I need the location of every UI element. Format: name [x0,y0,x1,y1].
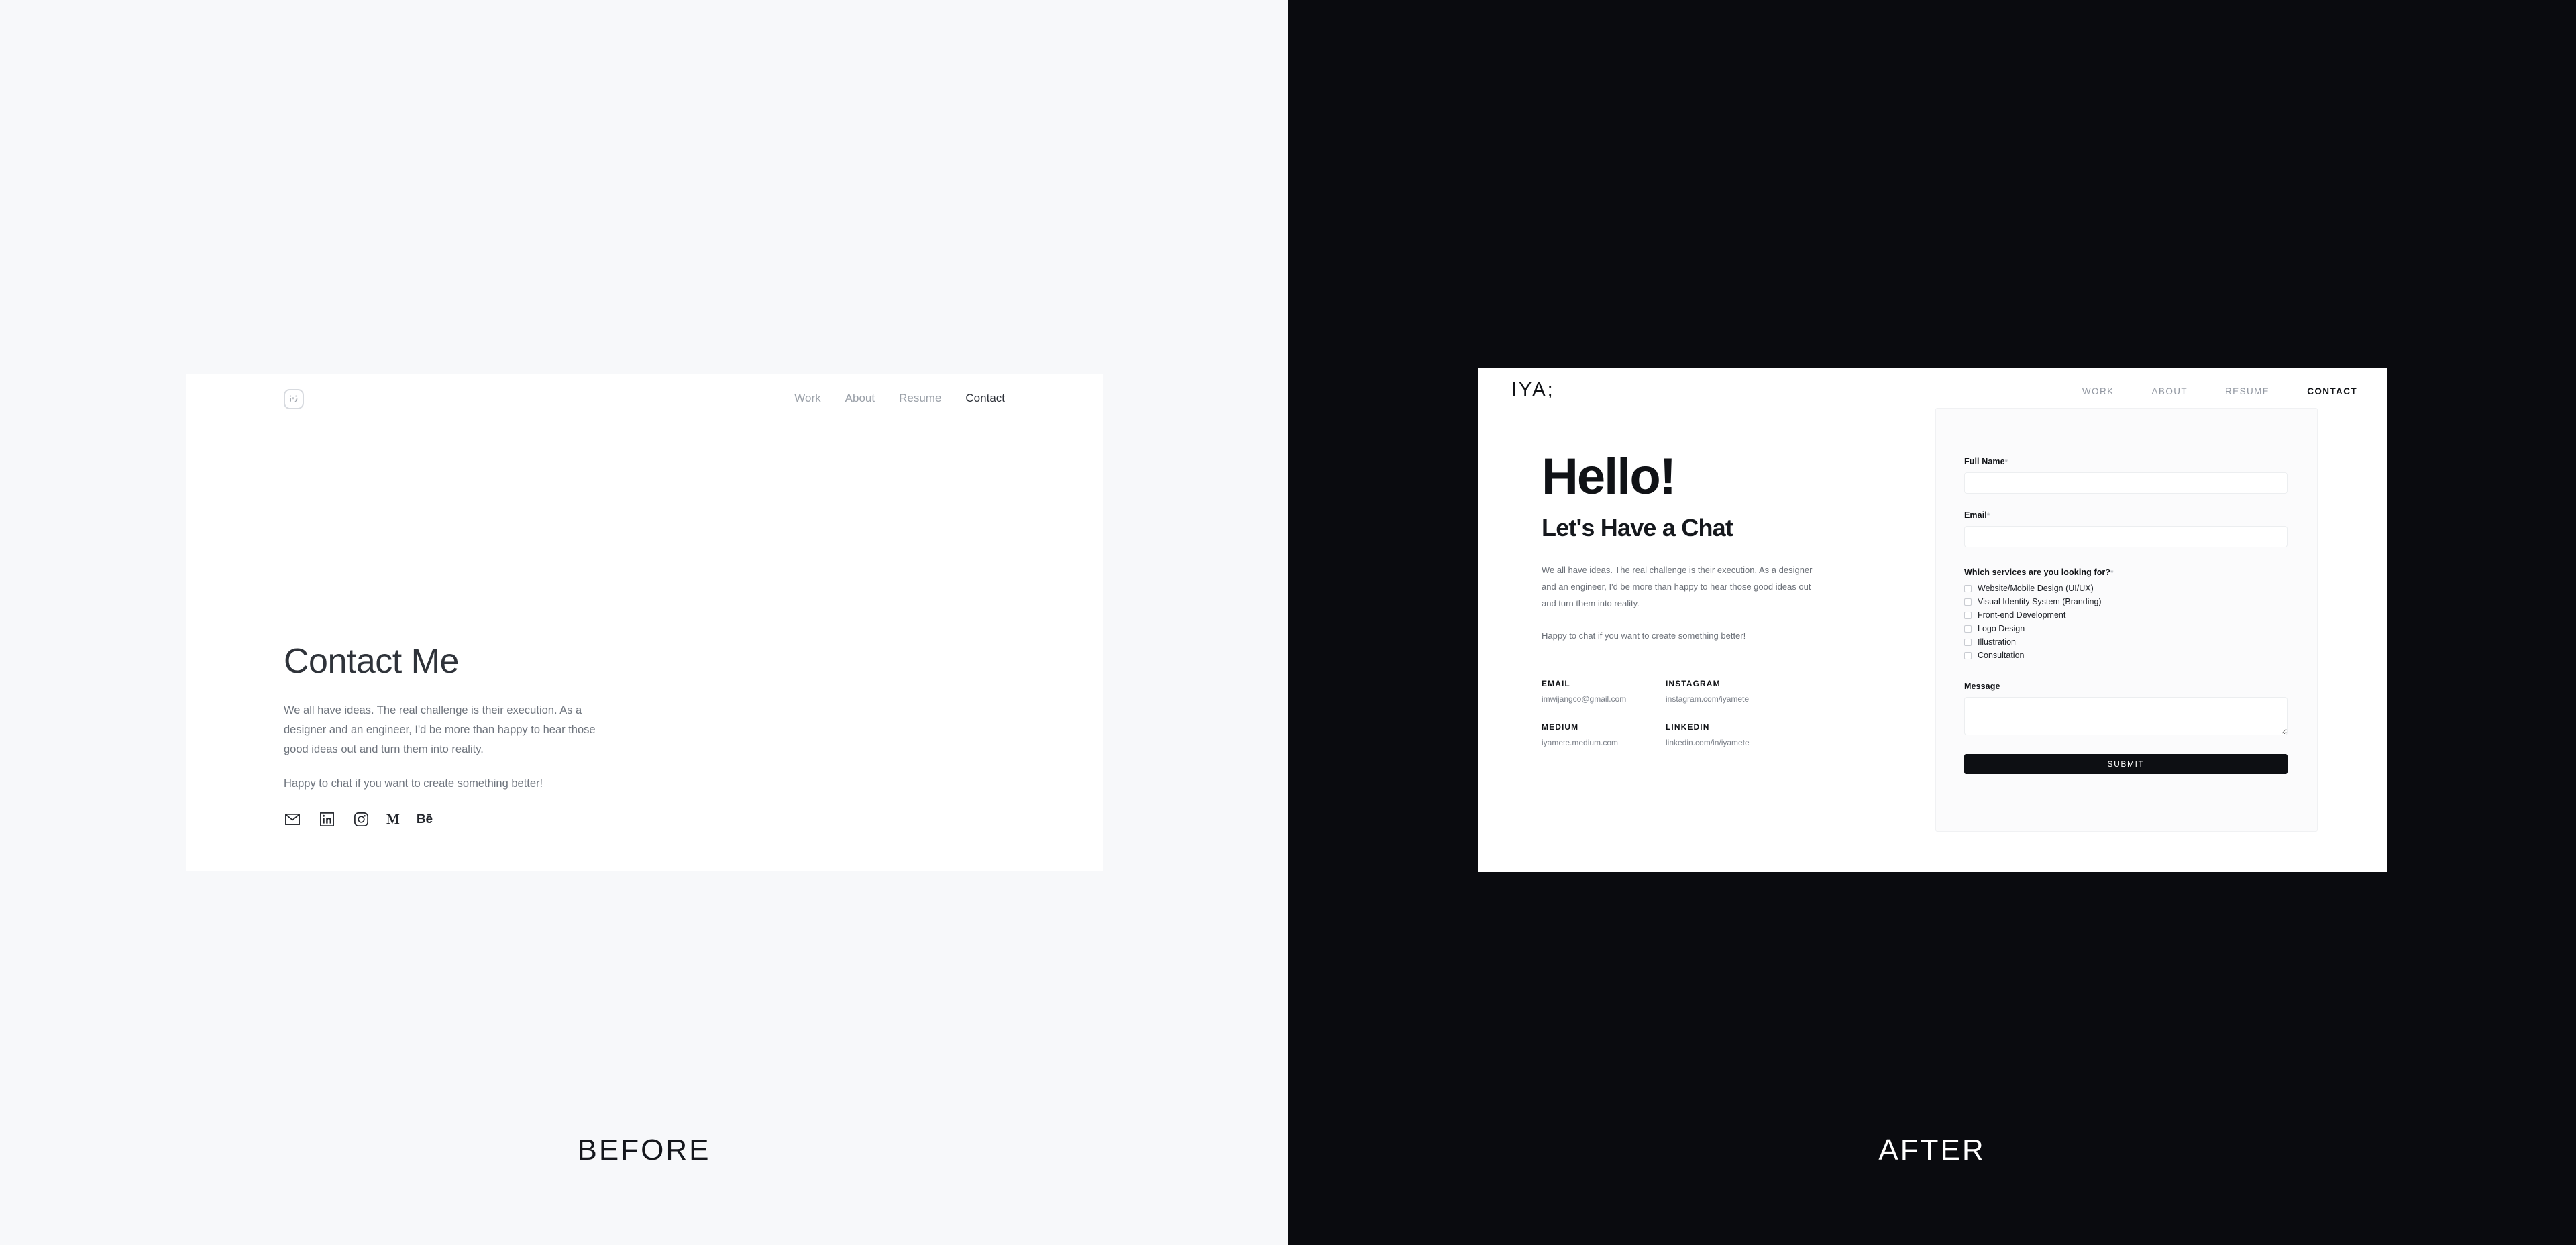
checkbox-icon[interactable] [1964,584,1972,592]
before-nav-contact[interactable]: Contact [965,392,1005,407]
services-label-text: Which services are you looking for? [1964,567,2111,577]
before-content: Contact Me We all have ideas. The real c… [284,642,633,828]
before-page-title: Contact Me [284,642,459,681]
before-website-mockup: Work About Resume Contact Contact Me We … [186,374,1103,871]
before-nav-links: Work About Resume Contact [794,392,1005,407]
contact-email: EMAIL imwijangco@gmail.com [1542,679,1666,704]
service-option-front-end-development[interactable]: Front-end Development [1964,611,2288,620]
service-option-website-mobile-design[interactable]: Website/Mobile Design (UI/UX) [1964,584,2288,593]
contact-medium-label: MEDIUM [1542,722,1579,732]
contact-email-label: EMAIL [1542,678,1570,688]
submit-button[interactable]: SUBMIT [1964,754,2288,774]
email-input[interactable] [1964,526,2288,547]
before-social-links: M Bē [284,811,633,828]
iya-logo[interactable]: IYA; [1511,380,1555,400]
contact-medium: MEDIUM iyamete.medium.com [1542,722,1666,747]
caption-before: BEFORE [577,1134,711,1167]
service-option-label: Front-end Development [1978,610,2066,620]
service-option-label: Visual Identity System (Branding) [1978,597,2102,606]
after-contact-grid: EMAIL imwijangco@gmail.com INSTAGRAM ins… [1542,679,1877,747]
hello-heading: Hello! [1542,448,1676,505]
after-intro-column: Hello! Let's Have a Chat We all have ide… [1542,451,1877,747]
linkedin-icon[interactable] [318,811,335,828]
before-panel: Work About Resume Contact Contact Me We … [0,0,1288,1245]
email-label: Email* [1964,510,2288,520]
email-icon[interactable] [284,811,301,828]
message-textarea[interactable] [1964,697,2288,735]
contact-form: Full Name* Email* Which services are you… [1964,457,2288,774]
after-website-mockup: IYA; WORK ABOUT RESUME CONTACT Hello! Le… [1478,368,2387,872]
checkbox-icon[interactable] [1964,611,1972,619]
caption-after: AFTER [1878,1134,1986,1167]
face-logo-icon[interactable] [284,389,304,409]
full-name-label-text: Full Name [1964,457,2005,466]
after-nav-resume[interactable]: RESUME [2225,386,2269,396]
before-paragraph-2: Happy to chat if you want to create some… [284,777,543,790]
checkbox-icon[interactable] [1964,625,1972,633]
before-navbar: Work About Resume Contact [186,374,1103,423]
email-label-text: Email [1964,510,1987,520]
service-option-label: Illustration [1978,637,2016,647]
after-nav-links: WORK ABOUT RESUME CONTACT [2082,386,2357,396]
after-panel: IYA; WORK ABOUT RESUME CONTACT Hello! Le… [1288,0,2576,1245]
full-name-input[interactable] [1964,472,2288,494]
message-label: Message [1964,682,2000,691]
before-nav-resume[interactable]: Resume [899,392,941,405]
after-nav-contact[interactable]: CONTACT [2307,386,2357,396]
medium-icon[interactable]: M [386,811,400,828]
contact-linkedin-label: LINKEDIN [1666,722,1710,732]
contact-medium-value[interactable]: iyamete.medium.com [1542,738,1666,747]
after-paragraph: We all have ideas. The real challenge is… [1542,564,1813,609]
service-option-illustration[interactable]: Illustration [1964,638,2288,647]
lets-have-a-chat-subheading: Let's Have a Chat [1542,514,1733,541]
contact-instagram-label: INSTAGRAM [1666,678,1721,688]
before-nav-work[interactable]: Work [794,392,820,405]
contact-form-panel: Full Name* Email* Which services are you… [1935,408,2318,832]
comparison-stage: Work About Resume Contact Contact Me We … [0,0,2576,1245]
service-option-label: Logo Design [1978,624,2025,633]
instagram-icon[interactable] [352,811,370,828]
contact-email-value[interactable]: imwijangco@gmail.com [1542,694,1666,704]
checkbox-icon[interactable] [1964,638,1972,646]
contact-instagram-value[interactable]: instagram.com/iyamete [1666,694,1790,704]
checkbox-icon[interactable] [1964,598,1972,606]
contact-linkedin: LINKEDIN linkedin.com/in/iyamete [1666,722,1790,747]
behance-icon[interactable]: Bē [417,812,433,827]
services-label: Which services are you looking for?* [1964,567,2288,577]
before-paragraph: We all have ideas. The real challenge is… [284,704,596,755]
services-required-mark: * [2110,569,2114,577]
service-option-label: Consultation [1978,651,2025,660]
after-nav-about[interactable]: ABOUT [2152,386,2188,396]
contact-linkedin-value[interactable]: linkedin.com/in/iyamete [1666,738,1790,747]
service-option-label: Website/Mobile Design (UI/UX) [1978,584,2094,593]
services-checkbox-group: Website/Mobile Design (UI/UX) Visual Ide… [1964,584,2288,660]
email-required-mark: * [1986,512,1990,520]
after-paragraph-2: Happy to chat if you want to create some… [1542,630,1746,641]
contact-instagram: INSTAGRAM instagram.com/iyamete [1666,679,1790,704]
before-nav-about[interactable]: About [845,392,875,405]
service-option-logo-design[interactable]: Logo Design [1964,625,2288,633]
after-nav-work[interactable]: WORK [2082,386,2114,396]
service-option-visual-identity-system[interactable]: Visual Identity System (Branding) [1964,598,2288,606]
full-name-required-mark: * [2004,458,2008,466]
full-name-label: Full Name* [1964,457,2288,466]
service-option-consultation[interactable]: Consultation [1964,651,2288,660]
checkbox-icon[interactable] [1964,651,1972,659]
